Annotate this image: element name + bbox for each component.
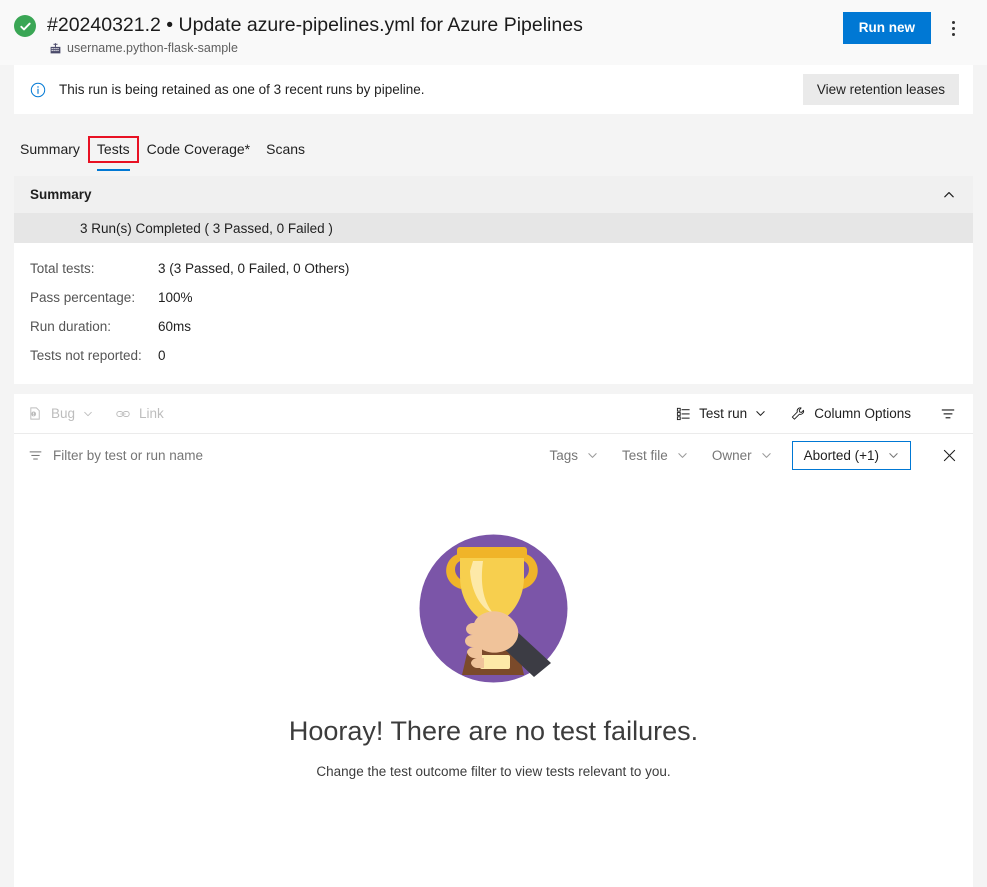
link-label: Link — [139, 406, 164, 421]
chevron-down-icon — [755, 408, 766, 419]
test-run-group-button[interactable]: Test run — [676, 406, 766, 421]
toolbar-right-group: Test run Column Options — [676, 401, 961, 427]
bug-button[interactable]: Bug — [28, 406, 93, 421]
tab-tests[interactable]: Tests — [87, 136, 139, 171]
toolbar-left-group: Bug Link — [28, 406, 676, 422]
repo-breadcrumb[interactable]: username.python-flask-sample — [48, 41, 583, 55]
empty-state: Hooray! There are no test failures. Chan… — [14, 476, 973, 887]
stat-row-run-duration: Run duration: 60ms — [14, 312, 973, 341]
filter-dropdown-owner[interactable]: Owner — [708, 444, 776, 467]
tab-bar: Summary Tests Code Coverage* Scans — [14, 131, 973, 171]
link-icon — [115, 406, 131, 422]
more-vertical-icon[interactable] — [937, 12, 969, 44]
stat-value: 60ms — [158, 319, 192, 334]
tab-code-coverage[interactable]: Code Coverage* — [141, 141, 257, 169]
filter-icon — [28, 448, 43, 463]
column-options-button[interactable]: Column Options — [790, 406, 911, 422]
header-titles: #20240321.2 • Update azure-pipelines.yml… — [47, 12, 583, 55]
banner-container: This run is being retained as one of 3 r… — [0, 65, 987, 114]
search-input[interactable] — [53, 447, 546, 463]
filter-dropdown-outcome[interactable]: Aborted (+1) — [791, 440, 911, 470]
filter-dropdowns: Tags Test file Owner Aborted (+1) — [546, 440, 964, 470]
summary-stats: Total tests: 3 (3 Passed, 0 Failed, 0 Ot… — [14, 243, 973, 384]
view-retention-leases-button[interactable]: View retention leases — [802, 74, 959, 105]
stat-row-tests-not-reported: Tests not reported: 0 — [14, 341, 973, 370]
filter-dropdown-label: Owner — [711, 447, 752, 463]
filter-dropdown-label: Test file — [622, 447, 668, 463]
tabs-container: Summary Tests Code Coverage* Scans — [0, 114, 987, 171]
group-list-icon — [676, 406, 691, 421]
stat-label: Tests not reported: — [30, 348, 142, 363]
repo-name-label: username.python-flask-sample — [67, 41, 238, 55]
filter-toggle-icon[interactable] — [935, 401, 961, 427]
results-toolbar: Bug Link Test run Column Options — [14, 394, 973, 434]
banner-message: This run is being retained as one of 3 r… — [59, 82, 425, 97]
stat-label: Pass percentage: — [30, 290, 136, 305]
stat-row-total-tests: Total tests: 3 (3 Passed, 0 Failed, 0 Ot… — [14, 254, 973, 283]
run-new-button[interactable]: Run new — [842, 12, 931, 44]
runs-completed-band: 3 Run(s) Completed ( 3 Passed, 0 Failed … — [14, 213, 973, 243]
stat-label: Run duration: — [30, 319, 112, 334]
tab-summary[interactable]: Summary — [14, 141, 86, 169]
chevron-down-icon — [677, 450, 688, 461]
test-results-card: Bug Link Test run Column Options Filter … — [14, 394, 973, 887]
chevron-down-icon — [888, 450, 899, 461]
filter-dropdown-test-file[interactable]: Test file — [618, 444, 692, 467]
filter-input-wrap — [28, 447, 546, 463]
column-options-label: Column Options — [814, 406, 911, 421]
bug-label: Bug — [51, 406, 76, 421]
tab-scans[interactable]: Scans — [260, 141, 311, 169]
repository-icon — [48, 41, 62, 55]
retention-banner: This run is being retained as one of 3 r… — [14, 65, 973, 114]
close-icon[interactable] — [935, 441, 963, 469]
stat-label: Total tests: — [30, 261, 95, 276]
header-actions: Run new — [842, 12, 969, 44]
summary-title: Summary — [30, 187, 92, 202]
page-title: #20240321.2 • Update azure-pipelines.yml… — [47, 14, 583, 36]
success-check-icon — [14, 15, 36, 37]
more-dots — [951, 20, 955, 36]
chevron-down-icon — [83, 409, 93, 419]
filter-dropdown-tags[interactable]: Tags — [546, 444, 603, 467]
card-divider — [14, 384, 973, 394]
bug-icon — [28, 406, 43, 421]
filter-dropdown-label: Aborted (+1) — [803, 447, 879, 463]
wrench-icon — [790, 406, 806, 422]
stat-row-pass-percentage: Pass percentage: 100% — [14, 283, 973, 312]
header-left: #20240321.2 • Update azure-pipelines.yml… — [14, 12, 843, 55]
empty-state-subtitle: Change the test outcome filter to view t… — [316, 764, 671, 779]
stat-value: 3 (3 Passed, 0 Failed, 0 Others) — [158, 261, 350, 276]
stat-value: 0 — [158, 348, 166, 363]
page-header: #20240321.2 • Update azure-pipelines.yml… — [0, 0, 987, 65]
trophy-in-hand-illustration — [416, 531, 571, 686]
test-run-label: Test run — [699, 406, 748, 421]
content-area: Summary 3 Run(s) Completed ( 3 Passed, 0… — [0, 169, 987, 887]
info-icon — [30, 82, 46, 98]
chevron-down-icon — [587, 450, 598, 461]
chevron-down-icon — [761, 450, 772, 461]
filter-bar: Tags Test file — [14, 434, 973, 476]
stat-value: 100% — [158, 290, 193, 305]
chevron-up-icon[interactable] — [939, 185, 959, 205]
test-results-page: #20240321.2 • Update azure-pipelines.yml… — [0, 0, 987, 887]
link-button[interactable]: Link — [115, 406, 164, 422]
filter-dropdown-label: Tags — [549, 447, 579, 463]
summary-card: Summary 3 Run(s) Completed ( 3 Passed, 0… — [14, 176, 973, 384]
summary-card-header[interactable]: Summary — [14, 176, 973, 213]
empty-state-title: Hooray! There are no test failures. — [288, 716, 699, 746]
